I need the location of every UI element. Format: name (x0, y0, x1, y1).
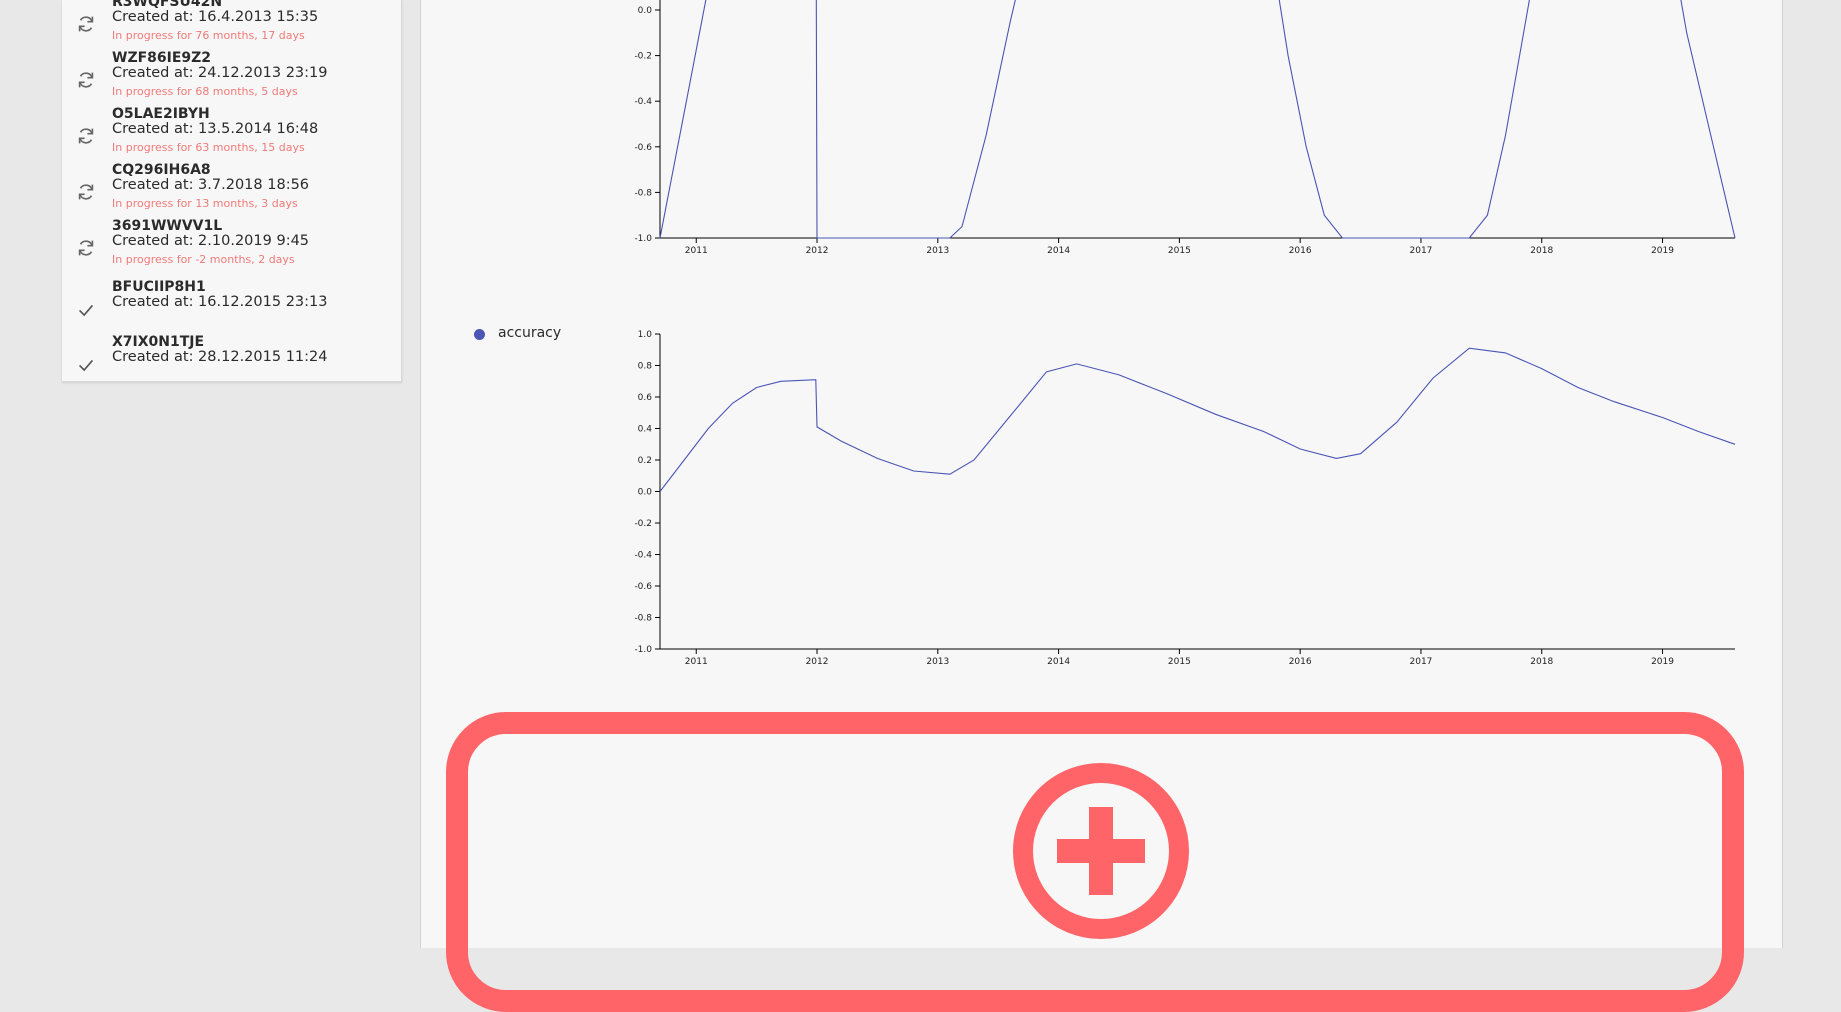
plus-circle-icon[interactable] (1011, 761, 1191, 941)
chart-top: 0.40.20.0-0.2-0.4-0.6-0.8-1.020112012201… (634, 0, 1736, 256)
y-tick-label: 1.0 (638, 330, 653, 340)
x-tick-label: 2013 (926, 246, 949, 256)
x-tick-label: 2011 (685, 657, 708, 667)
y-tick-label: -0.8 (634, 188, 652, 198)
x-tick-label: 2011 (685, 246, 708, 256)
y-tick-label: -0.2 (634, 519, 652, 529)
y-tick-label: -0.4 (634, 97, 652, 107)
y-tick-label: 0.4 (638, 425, 653, 435)
y-tick-label: -0.6 (634, 143, 652, 153)
x-tick-label: 2014 (1047, 246, 1070, 256)
x-tick-label: 2017 (1410, 246, 1433, 256)
x-tick-label: 2015 (1168, 246, 1191, 256)
y-tick-label: 0.0 (638, 6, 653, 16)
series-line (659, 347, 1736, 492)
y-tick-label: -0.6 (634, 582, 652, 592)
y-tick-label: 0.2 (638, 456, 652, 466)
x-tick-label: 2015 (1168, 657, 1191, 667)
y-tick-label: -1.0 (634, 234, 652, 244)
y-tick-label: 0.8 (638, 362, 653, 372)
x-tick-label: 2018 (1530, 657, 1553, 667)
x-tick-label: 2016 (1289, 657, 1312, 667)
y-tick-label: -0.8 (634, 614, 652, 624)
x-tick-label: 2012 (806, 246, 829, 256)
x-tick-label: 2013 (926, 657, 949, 667)
chart-accuracy: 1.0 0.8 0.6 0.4 0.2 0.0 -0.2 -0.4 -0.6 -0.8 -1.0 20… (634, 330, 1736, 667)
x-tick-label: 2017 (1410, 657, 1433, 667)
y-tick-label: -0.2 (634, 52, 652, 62)
x-tick-label: 2012 (806, 657, 829, 667)
x-tick-label: 2018 (1530, 246, 1553, 256)
y-tick-label: -1.0 (634, 645, 652, 655)
legend-label: accuracy (498, 325, 562, 341)
x-tick-label: 2016 (1289, 246, 1312, 256)
series-line (659, 0, 1736, 239)
legend-series-dot (474, 329, 485, 340)
y-tick-label: -0.4 (634, 551, 652, 561)
x-tick-label: 2019 (1651, 246, 1674, 256)
x-tick-label: 2014 (1047, 657, 1070, 667)
y-tick-label: 0.0 (638, 488, 653, 498)
y-tick-label: 0.6 (638, 393, 653, 403)
x-tick-label: 2019 (1651, 657, 1674, 667)
